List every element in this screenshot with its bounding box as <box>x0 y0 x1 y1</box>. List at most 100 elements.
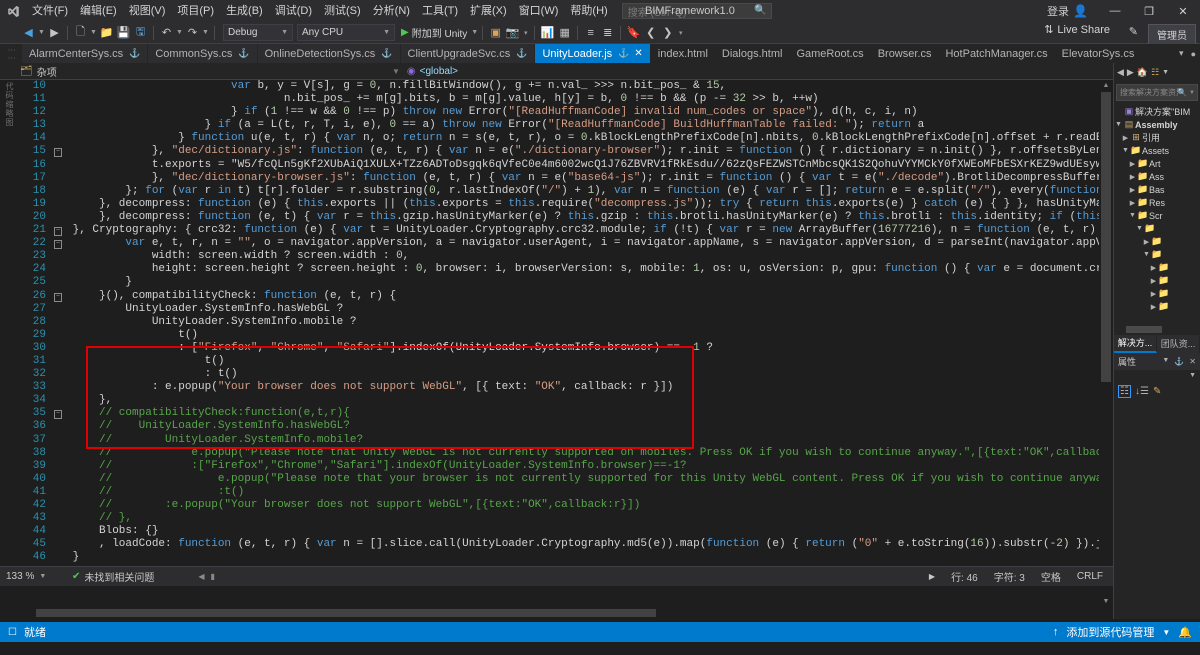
properties-overflow-icon[interactable]: ▼ <box>1189 372 1196 379</box>
issue-list-icon[interactable]: ▮ <box>211 572 215 581</box>
code-line[interactable]: 31 t() <box>20 355 1113 368</box>
tree-item[interactable]: ▶ 📁 Bas <box>1114 183 1200 196</box>
back-icon[interactable]: ◀ <box>1117 67 1124 78</box>
tree-item[interactable]: ▶ 📁 <box>1114 300 1200 313</box>
chevron-right-icon[interactable]: ▶ <box>1149 290 1158 298</box>
code-text[interactable]: // e.popup("Please note that Unity WebGL… <box>66 447 1113 460</box>
chevron-down-icon[interactable]: ▼ <box>1162 628 1170 637</box>
issue-nav-controls[interactable]: ◀ ▮ <box>198 572 215 581</box>
comment-icon[interactable]: ≣ <box>599 24 616 42</box>
code-line[interactable]: 36 // UnityLoader.SystemInfo.hasWebGL? <box>20 420 1113 433</box>
save-icon[interactable]: 💾 <box>115 24 132 42</box>
solution-tree[interactable]: ▣ 解决方案"BIM ▼ ▤ Assembly ▶ ⊞ 引用 ▼ 📁 Assets ▶ 📁 Art ▶ 📁 As… <box>1114 103 1200 324</box>
code-line[interactable]: 11 n.bit_pos_ += m[g].bits, b = m[g].val… <box>20 93 1113 106</box>
vertical-scroll-thumb[interactable] <box>1101 92 1111 382</box>
code-line[interactable]: 26− }(), compatibilityCheck: function (e… <box>20 290 1113 303</box>
code-line[interactable]: 33 : e.popup("Your browser does not supp… <box>20 381 1113 394</box>
home-icon[interactable]: 🏠 <box>1137 67 1148 78</box>
tree-item[interactable]: ▣ 解决方案"BIM <box>1114 105 1200 118</box>
screenshot-icon[interactable]: 📷 <box>504 24 521 42</box>
horizontal-scroll-thumb[interactable] <box>36 609 656 617</box>
tab-dialogs-html[interactable]: Dialogs.html <box>714 44 790 63</box>
tab-overflow-icon[interactable]: ▾ <box>1179 48 1184 59</box>
code-text[interactable]: } if (1 !== w && 0 !== p) throw new Erro… <box>66 106 1113 119</box>
tree-item[interactable]: ▶ 📁 <box>1114 261 1200 274</box>
toolbar-overflow-icon[interactable]: ▼ <box>1162 69 1169 76</box>
code-line[interactable]: 32 : t() <box>20 368 1113 381</box>
code-text[interactable]: }, "dec/dictionary-browser.js": function… <box>66 172 1113 185</box>
pin-icon[interactable]: ⚓ <box>1174 357 1184 366</box>
code-text[interactable]: Blobs: {} <box>66 525 1113 538</box>
code-text[interactable]: n.bit_pos_ += m[g].bits, b = m[g].value,… <box>66 93 1113 106</box>
tab-onlinedetectionsys[interactable]: OnlineDetectionSys.cs ⚓ <box>257 44 401 63</box>
code-line[interactable]: 42 // :e.popup("Your browser does not su… <box>20 499 1113 512</box>
tab-unityloader-js[interactable]: UnityLoader.js ⚓ ✕ <box>535 44 651 63</box>
code-line[interactable]: 43 // }, <box>20 512 1113 525</box>
code-text[interactable]: // compatibilityCheck:function(e,t,r){ <box>66 407 1113 420</box>
code-text[interactable]: var e, t, r, n = "", o = navigator.appVe… <box>66 237 1113 250</box>
new-project-icon[interactable]: 🗋 <box>72 24 89 42</box>
tab-hotpatchmanager-cs[interactable]: HotPatchManager.cs <box>938 44 1055 63</box>
code-line[interactable]: 14 } function u(e, t, r) { var n, o; ret… <box>20 132 1113 145</box>
navigate-forward-icon[interactable]: ▶ <box>46 24 63 42</box>
scroll-up-icon[interactable]: ▲ <box>1101 82 1111 89</box>
code-text[interactable]: t() <box>66 329 1113 342</box>
code-line[interactable]: 19 }, decompress: function (e) { this.ex… <box>20 198 1113 211</box>
alphabetical-view-icon[interactable]: ↓☰ <box>1135 386 1149 397</box>
pin-icon[interactable]: ⚓ <box>381 48 392 59</box>
menu-window[interactable]: 窗口(W) <box>513 0 565 22</box>
tab-clientupgradesvc[interactable]: ClientUpgradeSvc.cs ⚓ <box>400 44 536 63</box>
code-line[interactable]: 44 Blobs: {} <box>20 525 1113 538</box>
code-text[interactable]: var b, y = V[s], g = 0, n.fillBitWindow(… <box>66 80 1113 93</box>
code-text[interactable]: // UnityLoader.SystemInfo.hasWebGL? <box>66 420 1113 433</box>
undo-dropdown-icon[interactable]: ▼ <box>175 29 184 36</box>
code-text[interactable]: }(), compatibilityCheck: function (e, t,… <box>66 290 1113 303</box>
close-button[interactable]: ✕ <box>1166 0 1200 22</box>
code-text[interactable]: }, Cryptography: { crc32: function (e) {… <box>66 224 1113 237</box>
code-line[interactable]: 10 var b, y = V[s], g = 0, n.fillBitWind… <box>20 80 1113 93</box>
maximize-button[interactable]: ❐ <box>1132 0 1166 22</box>
code-text[interactable]: }, "dec/dictionary.js": function (e, t, … <box>66 145 1113 158</box>
diagnostics-icon[interactable]: 📊 <box>539 24 556 42</box>
tree-item[interactable]: ▼ ▤ Assembly <box>1114 118 1200 131</box>
menu-edit[interactable]: 编辑(E) <box>74 0 123 22</box>
save-all-icon[interactable]: 🖫 <box>132 24 149 42</box>
code-line[interactable]: 41 // :t() <box>20 486 1113 499</box>
bookmark-prev-icon[interactable]: ❮ <box>642 24 659 42</box>
tab-index-html[interactable]: index.html <box>650 44 715 63</box>
code-line[interactable]: 45 , loadCode: function (e, t, r) { var … <box>20 538 1113 551</box>
code-text[interactable]: // :["Firefox","Chrome","Safari"].indexO… <box>66 460 1113 473</box>
code-text[interactable]: width: screen.width ? screen.width : 0, <box>66 250 1113 263</box>
main-menu[interactable]: 文件(F) 编辑(E) 视图(V) 项目(P) 生成(B) 调试(D) 测试(S… <box>26 0 614 22</box>
code-text[interactable]: } <box>66 276 1113 289</box>
code-text[interactable]: : ["Firefox", "Chrome", "Safari"].indexO… <box>66 342 1113 355</box>
forward-icon[interactable]: ▶ <box>1127 67 1134 78</box>
open-file-icon[interactable]: 📁 <box>98 24 115 42</box>
menu-test[interactable]: 测试(S) <box>318 0 367 22</box>
solution-platform-dropdown[interactable]: Any CPU ▼ <box>297 24 395 41</box>
tree-item[interactable]: ▼ 📁 Scr <box>1114 209 1200 222</box>
code-text[interactable]: t() <box>66 355 1113 368</box>
menu-build[interactable]: 生成(B) <box>220 0 269 22</box>
tab-solution-explorer[interactable]: 解决方... <box>1114 334 1157 353</box>
chevron-down-icon[interactable]: ▼ <box>1114 121 1123 128</box>
tree-item[interactable]: ▶ 📁 Ass <box>1114 170 1200 183</box>
layout-icon[interactable]: ▦ <box>556 24 573 42</box>
code-text[interactable]: // }, <box>66 512 1113 525</box>
code-text[interactable]: } <box>66 551 1113 564</box>
chevron-right-icon[interactable]: ▶ <box>1149 303 1158 311</box>
code-line[interactable]: 16 t.exports = "W5/fcQLn5gKf2XUbAiQ1XULX… <box>20 159 1113 172</box>
code-line[interactable]: 24 height: screen.height ? screen.height… <box>20 263 1113 276</box>
chevron-down-icon[interactable]: ▼ <box>1135 225 1144 232</box>
code-lines-container[interactable]: 10 var b, y = V[s], g = 0, n.fillBitWind… <box>20 80 1113 619</box>
previous-issue-icon[interactable]: ◀ <box>198 572 204 581</box>
sign-in-label[interactable]: 登录 <box>1047 3 1069 19</box>
code-text[interactable]: } if (a = L(t, r, T, i, e), 0 == a) thro… <box>66 119 1113 132</box>
code-line[interactable]: 40 // e.popup("Please note that your bro… <box>20 473 1113 486</box>
pin-icon[interactable]: ⚓ <box>618 48 629 59</box>
code-line[interactable]: 27 UnityLoader.SystemInfo.hasWebGL ? <box>20 303 1113 316</box>
code-line[interactable]: 21− }, Cryptography: { crc32: function (… <box>20 224 1113 237</box>
bookmark-next-icon[interactable]: ❯ <box>659 24 676 42</box>
indent-icon[interactable]: ≡ <box>582 24 599 42</box>
send-feedback-icon[interactable]: ✎ <box>1129 25 1138 38</box>
